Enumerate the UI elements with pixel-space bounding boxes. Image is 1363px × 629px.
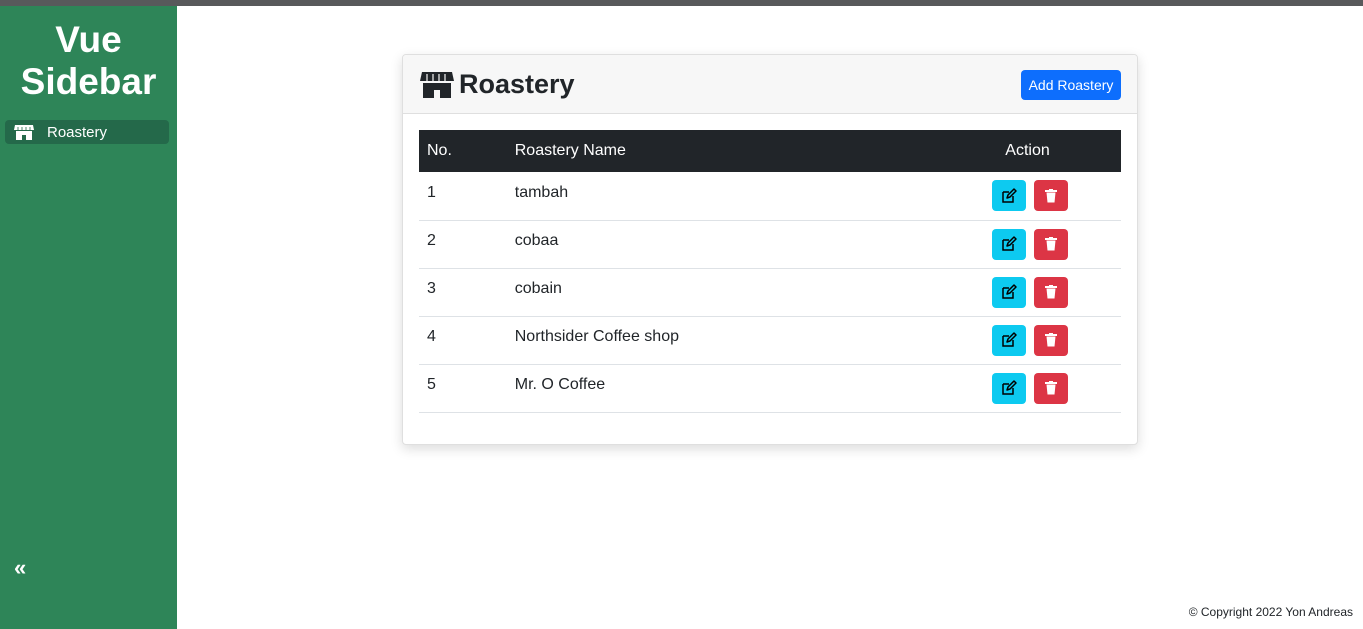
trash-icon	[1044, 236, 1058, 252]
card-title-text: Roastery	[459, 69, 575, 99]
delete-button[interactable]	[1034, 180, 1069, 212]
roastery-table: No. Roastery Name Action 1 tambah 2 cobaa 3 c…	[419, 130, 1121, 413]
edit-button[interactable]	[992, 228, 1027, 260]
roastery-card: Roastery Add Roastery No. Roastery Name …	[402, 54, 1138, 445]
roastery-name: tambah	[514, 183, 569, 201]
roastery-name: Northsider Coffee shop	[514, 328, 679, 345]
page-title: Roastery	[420, 69, 575, 100]
header-name: Roastery Name	[514, 142, 626, 159]
edit-button[interactable]	[992, 276, 1027, 308]
row-actions	[934, 220, 1121, 268]
edit-button[interactable]	[992, 180, 1027, 212]
edit-icon	[1001, 236, 1017, 252]
sidebar-brand: Vue Sidebar	[0, 19, 177, 103]
row-number: 3	[427, 280, 436, 297]
row-number: 2	[427, 232, 436, 249]
table-row: 5 Mr. O Coffee	[419, 364, 1121, 412]
table-row: 3 cobain	[419, 268, 1121, 316]
edit-icon	[1001, 284, 1017, 300]
row-number: 4	[427, 328, 436, 345]
delete-button[interactable]	[1034, 324, 1069, 356]
roastery-name: cobaa	[514, 232, 559, 249]
store-icon	[420, 70, 454, 100]
delete-button[interactable]	[1034, 372, 1069, 404]
table-row: 1 tambah	[419, 172, 1121, 220]
header-action: Action	[1005, 142, 1050, 159]
brand-line-1: Vue	[55, 19, 122, 60]
sidebar-item-label: Roastery	[47, 123, 108, 141]
table-row: 2 cobaa	[419, 220, 1121, 268]
delete-button[interactable]	[1034, 228, 1069, 260]
sidebar-item-roastery[interactable]: Roastery	[5, 120, 169, 144]
add-roastery-button[interactable]: Add Roastery	[1021, 70, 1121, 100]
header-no: No.	[427, 142, 452, 159]
browser-top-bar	[0, 0, 1363, 6]
trash-icon	[1044, 332, 1058, 348]
card-header: Roastery Add Roastery	[403, 55, 1137, 114]
roastery-name: Mr. O Coffee	[514, 376, 606, 393]
roastery-name: cobain	[514, 280, 562, 297]
row-actions	[934, 268, 1121, 316]
row-actions	[934, 172, 1121, 220]
trash-icon	[1044, 380, 1058, 396]
row-actions	[934, 364, 1121, 412]
edit-button[interactable]	[992, 324, 1027, 356]
table-row: 4 Northsider Coffee shop	[419, 316, 1121, 364]
footer-copyright: © Copyright 2022 Yon Andreas	[1188, 605, 1353, 619]
edit-icon	[1001, 380, 1017, 396]
edit-icon	[1001, 332, 1017, 348]
trash-icon	[1044, 188, 1058, 204]
row-number: 5	[427, 376, 436, 393]
delete-button[interactable]	[1034, 276, 1069, 308]
brand-line-2: Sidebar	[20, 61, 157, 102]
edit-icon	[1001, 188, 1017, 204]
sidebar: Vue Sidebar Roastery «	[0, 6, 177, 629]
store-icon	[14, 124, 36, 140]
trash-icon	[1044, 284, 1058, 300]
row-actions	[934, 316, 1121, 364]
table-header-row: No. Roastery Name Action	[419, 130, 1121, 172]
collapse-sidebar-icon[interactable]: «	[14, 557, 34, 579]
edit-button[interactable]	[992, 372, 1027, 404]
row-number: 1	[427, 183, 436, 201]
